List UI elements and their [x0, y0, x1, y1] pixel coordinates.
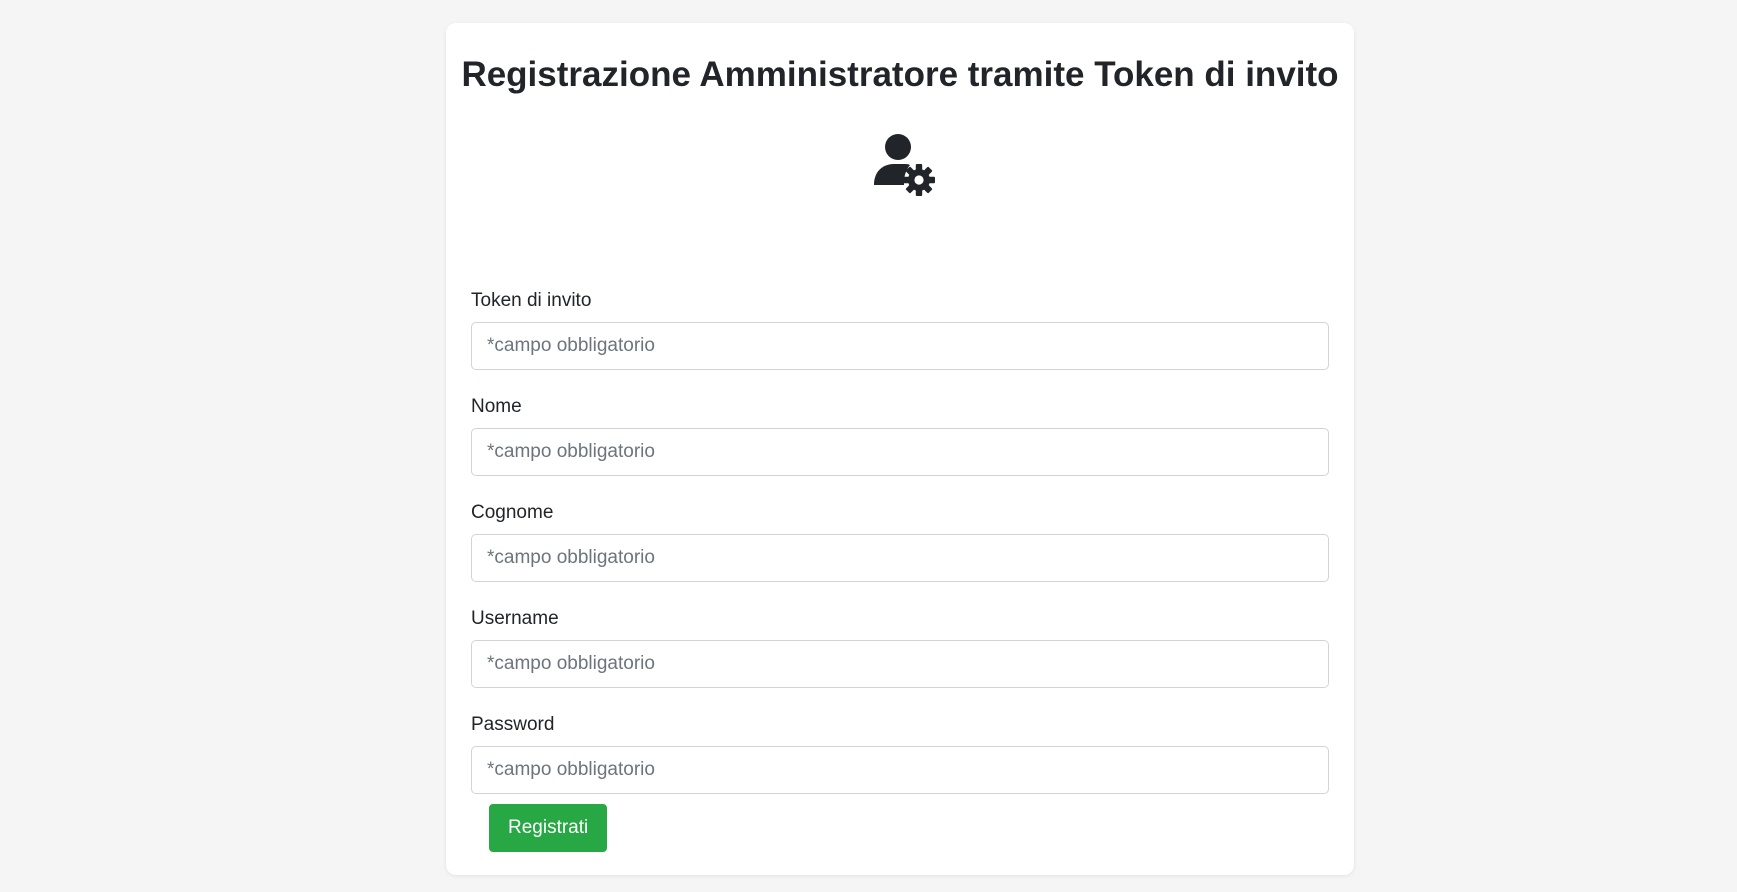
field-password: Password: [471, 712, 1329, 794]
cognome-input[interactable]: [471, 534, 1329, 582]
token-label: Token di invito: [471, 290, 592, 311]
password-input[interactable]: [471, 746, 1329, 794]
username-input[interactable]: [471, 640, 1329, 688]
username-label: Username: [471, 608, 559, 629]
token-input[interactable]: [471, 322, 1329, 370]
nome-input[interactable]: [471, 428, 1329, 476]
page-title: Registrazione Amministratore tramite Tok…: [461, 55, 1339, 94]
registration-form: Token di invito Nome Cognome Username Pa…: [471, 288, 1329, 794]
password-label: Password: [471, 714, 555, 735]
field-cognome: Cognome: [471, 500, 1329, 582]
user-gear-icon: [874, 134, 935, 196]
nome-label: Nome: [471, 396, 522, 417]
register-button[interactable]: Registrati: [489, 804, 608, 852]
cognome-label: Cognome: [471, 502, 554, 523]
field-username: Username: [471, 606, 1329, 688]
registration-card: Registrazione Amministratore tramite Tok…: [446, 23, 1354, 875]
field-token: Token di invito: [471, 288, 1329, 370]
field-nome: Nome: [471, 394, 1329, 476]
